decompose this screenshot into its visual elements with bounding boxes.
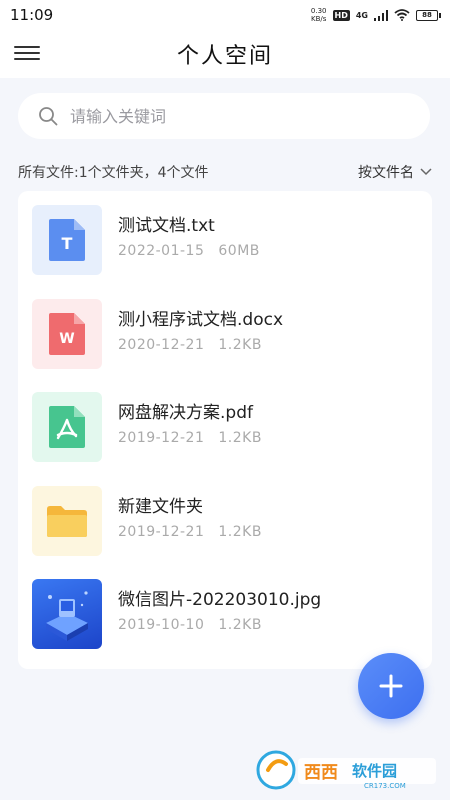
add-button[interactable] (358, 653, 424, 719)
battery-level: 88 (422, 10, 432, 19)
file-meta: 2019-12-21 1.2KB (118, 524, 262, 540)
file-date: 2020-12-21 (118, 336, 205, 353)
search-bar (18, 93, 430, 139)
folder-icon (47, 505, 87, 537)
file-thumb-pdf (32, 392, 102, 462)
file-size: 1.2KB (218, 430, 262, 446)
file-list: T 测试文档.txt 2022-01-15 60MB W 测小程序试文档.docx… (18, 191, 432, 669)
file-meta: 2022-01-15 60MB (118, 243, 260, 259)
file-info: 网盘解决方案.pdf 2019-12-21 1.2KB (118, 392, 262, 446)
svg-text:软件园: 软件园 (352, 762, 397, 780)
network-speed: 0.30 KB/s (311, 7, 327, 23)
file-info: 新建文件夹 2019-12-21 1.2KB (118, 486, 262, 540)
file-date: 2019-12-21 (118, 523, 205, 540)
image-thumbnail-icon (46, 591, 88, 641)
file-meta: 2019-10-10 1.2KB (118, 617, 321, 633)
page-title: 个人空间 (176, 44, 273, 69)
summary-row: 所有文件:1个文件夹，4个文件 按文件名 (18, 160, 432, 184)
file-size: 1.2KB (218, 336, 262, 353)
word-file-icon: W (49, 312, 85, 355)
svg-text:T: T (62, 234, 73, 253)
file-item[interactable]: 新建文件夹 2019-12-21 1.2KB (18, 485, 432, 580)
search-box[interactable] (18, 93, 430, 139)
file-size: 1.2KB (218, 617, 262, 633)
battery-icon: 88 (416, 9, 441, 21)
watermark-logo: 西西 软件园 CR173.COM (256, 750, 436, 790)
hd-badge: HD (332, 9, 350, 21)
file-date: 2022-01-15 (118, 243, 205, 259)
file-name: 新建文件夹 (118, 496, 203, 517)
chevron-down-icon (420, 168, 432, 176)
svg-text:W: W (59, 331, 74, 347)
sort-button[interactable]: 按文件名 (358, 162, 432, 182)
network-speed-value: 0.30 (310, 7, 327, 15)
search-input[interactable] (70, 106, 390, 126)
file-name: 测小程序试文档.docx (118, 309, 284, 330)
status-icons: 0.30 KB/s HD 4G 88 (311, 7, 441, 23)
file-info: 测试文档.txt 2022-01-15 60MB (118, 205, 260, 259)
file-size: 60MB (218, 243, 260, 259)
file-thumb-image (32, 579, 102, 649)
file-item[interactable]: 网盘解决方案.pdf 2019-12-21 1.2KB (18, 392, 432, 486)
file-meta: 2019-12-21 1.2KB (118, 430, 262, 446)
file-size: 1.2KB (218, 523, 262, 540)
file-date: 2019-12-21 (118, 430, 205, 446)
file-item[interactable]: T 测试文档.txt 2022-01-15 60MB (18, 205, 432, 299)
plus-icon (379, 674, 403, 698)
status-time: 11:09 (10, 6, 54, 24)
file-meta: 2020-12-21 1.2KB (118, 337, 283, 353)
file-thumb-docx: W (32, 298, 102, 369)
network-speed-unit: KB/s (311, 15, 327, 23)
file-name: 微信图片-202203010.jpg (118, 590, 322, 610)
file-item[interactable]: 微信图片-202203010.jpg 2019-10-10 1.2KB (18, 579, 432, 673)
svg-text:CR173.COM: CR173.COM (364, 782, 406, 790)
network-type: 4G (355, 10, 368, 20)
file-date: 2019-10-10 (118, 617, 205, 633)
file-info: 测小程序试文档.docx 2020-12-21 1.2KB (118, 299, 283, 353)
file-summary: 所有文件:1个文件夹，4个文件 (18, 165, 209, 181)
pdf-file-icon (49, 406, 85, 448)
file-name: 测试文档.txt (118, 216, 215, 236)
file-thumb-txt: T (32, 205, 102, 275)
signal-icon (374, 9, 388, 21)
file-item[interactable]: W 测小程序试文档.docx 2020-12-21 1.2KB (18, 298, 432, 393)
status-bar: 11:09 0.30 KB/s HD 4G 88 (0, 0, 450, 30)
wifi-icon (394, 9, 410, 21)
app-header: 个人空间 (0, 30, 450, 78)
sort-label: 按文件名 (358, 165, 414, 181)
search-icon (39, 107, 58, 126)
file-thumb-folder (32, 485, 102, 556)
svg-text:西西: 西西 (304, 763, 338, 783)
file-info: 微信图片-202203010.jpg 2019-10-10 1.2KB (118, 579, 321, 633)
txt-file-icon: T (49, 219, 85, 261)
file-name: 网盘解决方案.pdf (118, 403, 253, 423)
